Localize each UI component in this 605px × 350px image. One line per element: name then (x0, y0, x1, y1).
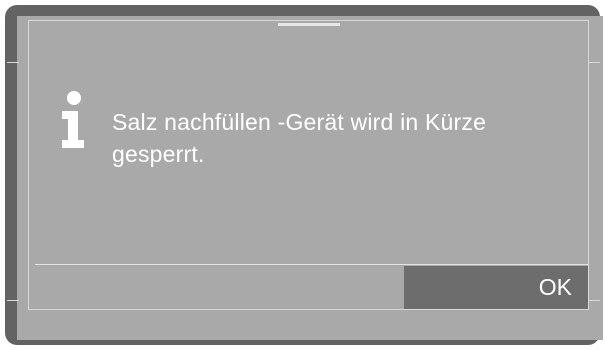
info-icon (62, 91, 84, 148)
bezel-marker-left-bottom (7, 300, 19, 301)
frame-line-right (588, 20, 589, 310)
dialog-message: Salz nachfüllen -Gerät wird in Kürze ges… (112, 109, 487, 167)
frame-line-bottom (28, 309, 589, 310)
bezel-marker-right-bottom (588, 300, 600, 301)
frame-line-top (28, 20, 589, 21)
bezel-marker-left-top (7, 62, 19, 63)
frame-line-left (28, 20, 29, 310)
ok-button[interactable]: OK (404, 266, 588, 309)
top-indicator (278, 23, 340, 26)
bezel-marker-right-top (588, 62, 600, 63)
footer-divider (35, 264, 588, 265)
footer-empty-area (35, 266, 404, 309)
